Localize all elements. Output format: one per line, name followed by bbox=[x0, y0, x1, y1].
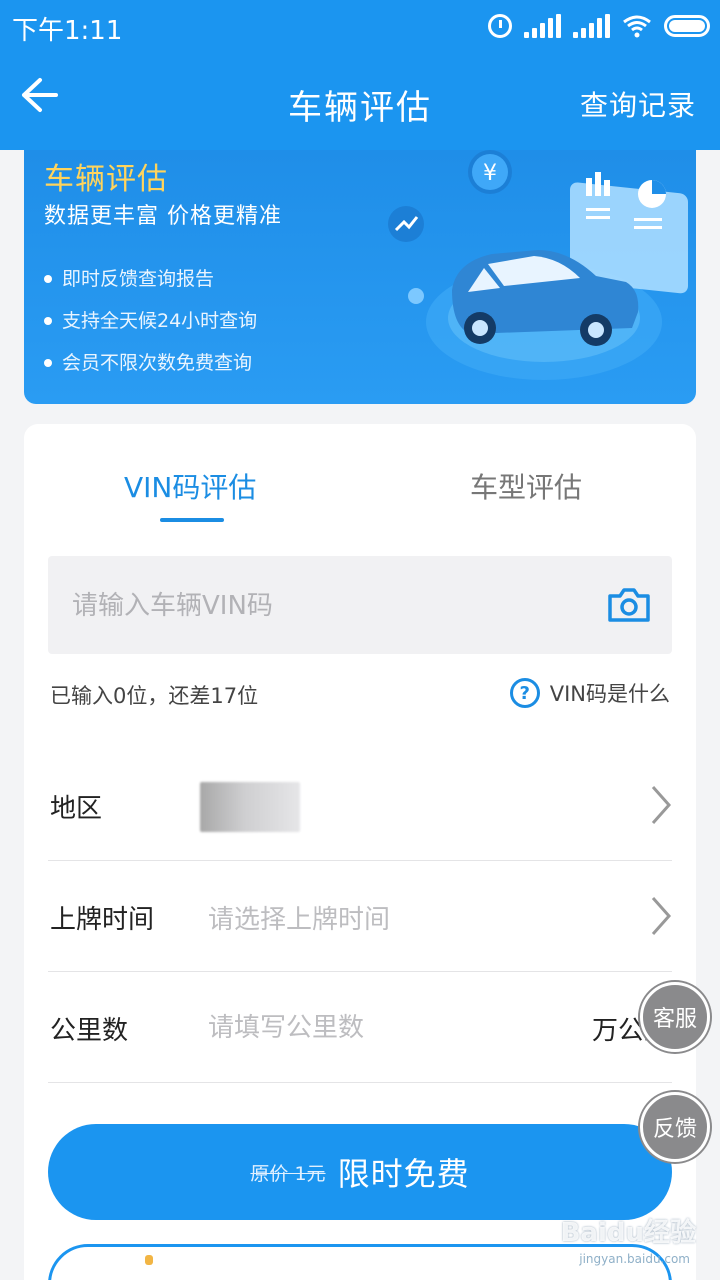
vin-help-label: VIN码是什么 bbox=[549, 682, 670, 706]
app-header: 车辆评估 查询记录 bbox=[0, 52, 720, 150]
plate-date-row[interactable]: 上牌时间 请选择上牌时间 bbox=[48, 861, 672, 972]
yen-coin-icon: ¥ bbox=[468, 150, 512, 194]
status-time: 下午1:11 bbox=[12, 16, 123, 46]
mileage-label: 公里数 bbox=[50, 1016, 129, 1046]
tab-model-evaluation[interactable]: 车型评估 bbox=[470, 466, 582, 506]
free-label: 限时免费 bbox=[337, 1155, 470, 1193]
promo-banner: 车辆评估 数据更丰富 价格更精准 即时反馈查询报告 支持全天候24小时查询 会员… bbox=[24, 150, 696, 404]
signal-icon-2 bbox=[573, 14, 610, 38]
active-tab-indicator bbox=[160, 518, 224, 522]
banner-subtitle: 数据更丰富 价格更精准 bbox=[44, 204, 282, 229]
evaluation-form-card: VIN码评估 车型评估 已输入0位，还差17位 ? VIN码是什么 地区 上牌时… bbox=[24, 424, 696, 1280]
region-value-redacted bbox=[200, 782, 300, 832]
banner-feature: 支持全天候24小时查询 bbox=[44, 300, 257, 342]
vin-length-hint: 已输入0位，还差17位 bbox=[50, 684, 259, 708]
baidu-watermark-url: jingyan.baidu.com bbox=[579, 1252, 690, 1266]
back-arrow-icon bbox=[22, 78, 58, 112]
vin-hint-row: 已输入0位，还差17位 ? VIN码是什么 bbox=[50, 678, 670, 710]
secondary-button-icon bbox=[145, 1255, 153, 1265]
banner-feature: 会员不限次数免费查询 bbox=[44, 342, 257, 384]
region-label: 地区 bbox=[50, 794, 103, 824]
plate-date-label: 上牌时间 bbox=[50, 905, 155, 935]
query-records-link[interactable]: 查询记录 bbox=[580, 84, 696, 124]
mileage-row: 公里数 万公里 bbox=[48, 972, 672, 1083]
customer-service-button[interactable]: 客服 bbox=[640, 982, 710, 1052]
status-icons bbox=[488, 12, 710, 40]
baidu-watermark: Baidu经验 bbox=[560, 1218, 696, 1248]
vin-input[interactable] bbox=[72, 586, 572, 626]
trend-badge-icon bbox=[388, 206, 424, 242]
camera-icon bbox=[608, 588, 650, 622]
free-evaluate-button[interactable]: 原价 1元 限时免费 bbox=[48, 1124, 672, 1220]
car-illustration: ¥ bbox=[388, 150, 688, 380]
banner-feature-list: 即时反馈查询报告 支持全天候24小时查询 会员不限次数免费查询 bbox=[44, 258, 257, 384]
wifi-icon bbox=[622, 14, 652, 38]
chevron-right-icon bbox=[651, 786, 672, 824]
plate-date-placeholder: 请选择上牌时间 bbox=[208, 905, 391, 935]
status-bar: 下午1:11 bbox=[0, 0, 720, 52]
chevron-right-icon bbox=[651, 897, 672, 935]
feedback-button[interactable]: 反馈 bbox=[640, 1092, 710, 1162]
tab-vin-evaluation[interactable]: VIN码评估 bbox=[124, 466, 256, 506]
banner-feature: 即时反馈查询报告 bbox=[44, 258, 257, 300]
banner-title: 车辆评估 bbox=[44, 162, 168, 197]
back-button[interactable] bbox=[18, 74, 68, 124]
svg-text:¥: ¥ bbox=[483, 161, 497, 186]
question-icon: ? bbox=[509, 678, 540, 708]
camera-scan-button[interactable] bbox=[606, 586, 652, 624]
mileage-input[interactable] bbox=[208, 1008, 548, 1048]
signal-icon bbox=[524, 14, 561, 38]
original-price: 原价 1元 bbox=[250, 1162, 326, 1185]
alarm-icon bbox=[488, 14, 512, 38]
region-row[interactable]: 地区 bbox=[48, 750, 672, 861]
vin-input-box bbox=[48, 556, 672, 654]
battery-icon bbox=[664, 15, 710, 37]
evaluation-tabs: VIN码评估 车型评估 bbox=[24, 424, 696, 524]
vin-help-link[interactable]: ? VIN码是什么 bbox=[509, 678, 670, 708]
